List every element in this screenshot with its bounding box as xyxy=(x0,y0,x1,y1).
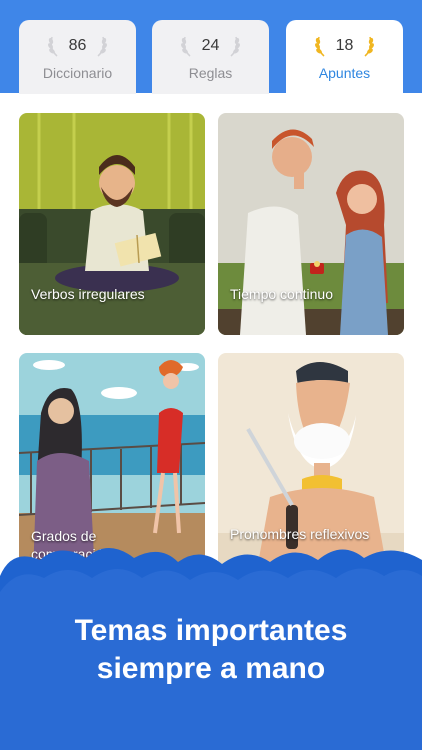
tab-count: 24 xyxy=(201,37,220,54)
tab-diccionario[interactable]: 86 Diccionario xyxy=(19,20,136,96)
tab-count-row: 24 xyxy=(152,34,269,58)
laurel-right-icon xyxy=(364,36,375,57)
tab-count: 18 xyxy=(335,37,354,54)
laurel-left-icon xyxy=(180,36,191,57)
laurel-right-icon xyxy=(230,36,241,57)
tab-bar: 86 Diccionario 24 Reglas 18 Apuntes xyxy=(0,20,422,100)
tab-reglas[interactable]: 24 Reglas xyxy=(152,20,269,96)
card-tiempo-continuo[interactable]: Tiempo continuo xyxy=(218,113,404,335)
tab-apuntes[interactable]: 18 Apuntes xyxy=(286,20,403,100)
card-title: Verbos irregulares xyxy=(31,286,145,302)
promo-headline: Temas importantes siempre a mano xyxy=(0,612,422,688)
laurel-right-icon xyxy=(97,36,108,57)
tab-count-row: 86 xyxy=(19,34,136,58)
tab-count-row: 18 xyxy=(286,34,403,58)
tab-label: Reglas xyxy=(188,65,233,81)
tab-count: 86 xyxy=(68,37,87,54)
promo-headline-line2: siempre a mano xyxy=(96,652,326,685)
tab-label: Apuntes xyxy=(318,65,371,81)
promo-headline-line1: Temas importantes xyxy=(74,614,348,647)
laurel-left-icon xyxy=(314,36,325,57)
card-verbos-irregulares[interactable]: Verbos irregulares xyxy=(19,113,205,335)
card-title: Tiempo continuo xyxy=(230,286,333,302)
laurel-left-icon xyxy=(47,36,58,57)
tab-label: Diccionario xyxy=(42,65,113,81)
promo-banner: Temas importantes siempre a mano xyxy=(0,540,422,750)
